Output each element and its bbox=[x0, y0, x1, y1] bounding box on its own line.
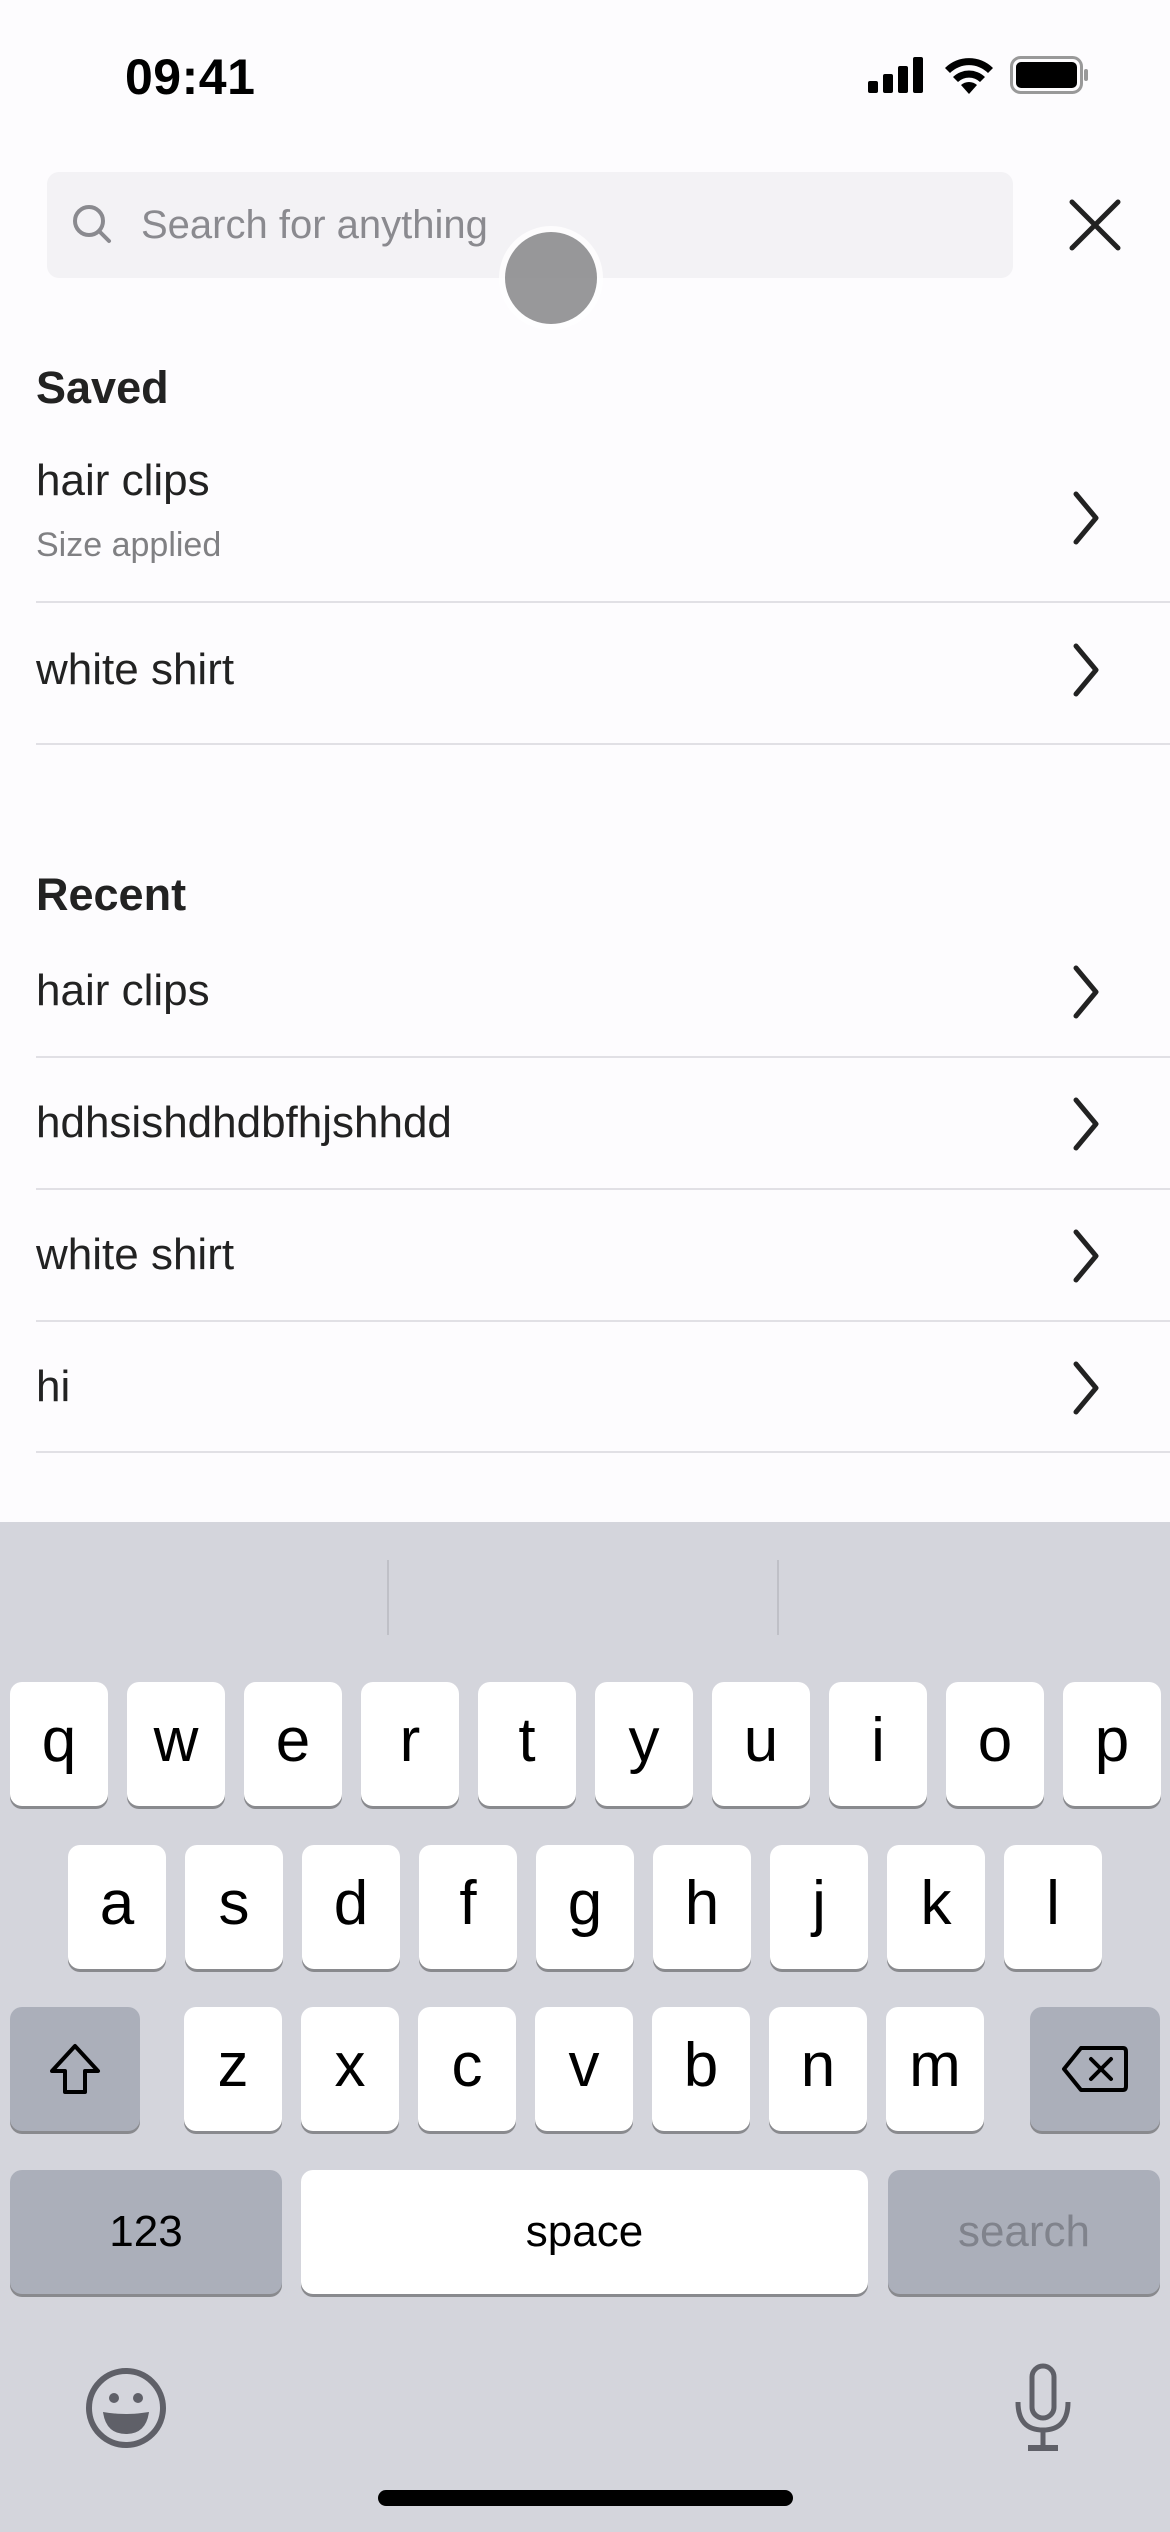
close-icon[interactable] bbox=[1060, 190, 1130, 260]
key-label: h bbox=[684, 1868, 720, 1938]
key-label: t bbox=[518, 1705, 536, 1775]
key-e[interactable]: e bbox=[244, 1682, 342, 1806]
key-n[interactable]: n bbox=[769, 2007, 867, 2131]
key-x[interactable]: x bbox=[301, 2007, 399, 2131]
key-q[interactable]: q bbox=[10, 1682, 108, 1806]
chevron-right-icon bbox=[1073, 965, 1099, 1019]
divider bbox=[36, 1451, 1170, 1453]
search-key-label: search bbox=[957, 2207, 1091, 2256]
recent-heading: Recent bbox=[36, 869, 187, 920]
key-label: v bbox=[568, 2030, 600, 2100]
key-label: w bbox=[153, 1705, 199, 1775]
key-a[interactable]: a bbox=[68, 1845, 166, 1969]
key-w[interactable]: w bbox=[127, 1682, 225, 1806]
key-label: q bbox=[41, 1705, 77, 1775]
key-j[interactable]: j bbox=[770, 1845, 868, 1969]
key-u[interactable]: u bbox=[712, 1682, 810, 1806]
shift-icon bbox=[50, 2044, 100, 2094]
key-p[interactable]: p bbox=[1063, 1682, 1161, 1806]
recent-item-label: hdhsishdhdbfhjshhdd bbox=[36, 1098, 452, 1147]
status-time: 09:41 bbox=[125, 49, 256, 105]
chevron-right-icon bbox=[1073, 491, 1099, 545]
shift-key[interactable] bbox=[10, 2007, 140, 2131]
key-label: r bbox=[399, 1705, 421, 1775]
suggestion-divider bbox=[387, 1560, 389, 1635]
key-r[interactable]: r bbox=[361, 1682, 459, 1806]
recent-item-label: hi bbox=[36, 1362, 71, 1411]
numbers-key[interactable]: 123 bbox=[10, 2170, 282, 2294]
key-s[interactable]: s bbox=[185, 1845, 283, 1969]
microphone-icon[interactable] bbox=[1010, 2362, 1076, 2454]
chevron-right-icon bbox=[1073, 643, 1099, 697]
delete-key[interactable] bbox=[1030, 2007, 1160, 2131]
key-label: p bbox=[1094, 1705, 1130, 1775]
key-label: b bbox=[683, 2030, 719, 2100]
recent-item[interactable]: hdhsishdhdbfhjshhdd bbox=[36, 1058, 1170, 1188]
saved-item-label: hair clips bbox=[36, 456, 210, 505]
key-label: i bbox=[871, 1705, 885, 1775]
divider bbox=[36, 743, 1170, 745]
key-label: l bbox=[1046, 1868, 1060, 1938]
key-v[interactable]: v bbox=[535, 2007, 633, 2131]
key-g[interactable]: g bbox=[536, 1845, 634, 1969]
touch-indicator bbox=[505, 232, 597, 324]
key-label: y bbox=[628, 1705, 660, 1775]
key-y[interactable]: y bbox=[595, 1682, 693, 1806]
status-icons bbox=[868, 56, 1090, 94]
suggestion-divider bbox=[777, 1560, 779, 1635]
search-return-key[interactable]: search bbox=[888, 2170, 1160, 2294]
key-k[interactable]: k bbox=[887, 1845, 985, 1969]
key-label: z bbox=[217, 2030, 249, 2100]
key-label: x bbox=[334, 2030, 366, 2100]
key-label: c bbox=[451, 2030, 483, 2100]
chevron-right-icon bbox=[1073, 1361, 1099, 1415]
key-m[interactable]: m bbox=[886, 2007, 984, 2131]
key-label: g bbox=[567, 1868, 603, 1938]
key-label: n bbox=[800, 2030, 836, 2100]
key-label: e bbox=[275, 1705, 311, 1775]
saved-item-label: white shirt bbox=[36, 645, 235, 694]
saved-item[interactable]: hair clips Size applied bbox=[36, 440, 1170, 602]
key-f[interactable]: f bbox=[419, 1845, 517, 1969]
key-label: m bbox=[909, 2030, 961, 2100]
recent-item-label: hair clips bbox=[36, 966, 210, 1015]
key-l[interactable]: l bbox=[1004, 1845, 1102, 1969]
key-label: f bbox=[459, 1868, 477, 1938]
recent-item-label: white shirt bbox=[36, 1230, 235, 1279]
key-c[interactable]: c bbox=[418, 2007, 516, 2131]
key-t[interactable]: t bbox=[478, 1682, 576, 1806]
key-label: k bbox=[920, 1868, 952, 1938]
key-label: o bbox=[977, 1705, 1013, 1775]
key-label: a bbox=[99, 1868, 135, 1938]
key-d[interactable]: d bbox=[302, 1845, 400, 1969]
key-i[interactable]: i bbox=[829, 1682, 927, 1806]
battery-icon bbox=[1010, 56, 1088, 94]
key-label: u bbox=[743, 1705, 779, 1775]
cellular-signal-icon bbox=[868, 57, 923, 93]
saved-heading: Saved bbox=[36, 362, 169, 413]
home-indicator[interactable] bbox=[378, 2490, 793, 2506]
key-b[interactable]: b bbox=[652, 2007, 750, 2131]
key-z[interactable]: z bbox=[184, 2007, 282, 2131]
chevron-right-icon bbox=[1073, 1097, 1099, 1151]
wifi-icon bbox=[945, 58, 993, 94]
search-icon bbox=[73, 205, 111, 243]
delete-icon bbox=[1062, 2046, 1128, 2092]
key-label: j bbox=[812, 1868, 826, 1938]
space-key[interactable]: space bbox=[301, 2170, 868, 2294]
key-label: s bbox=[218, 1868, 250, 1938]
saved-item[interactable]: white shirt bbox=[36, 603, 1170, 743]
keyboard: q w e r t y u i o p a s d f g h j k l z x c v b n m 123 space s… bbox=[0, 1522, 1170, 2532]
emoji-icon[interactable] bbox=[84, 2366, 168, 2450]
space-key-label: space bbox=[525, 2207, 644, 2256]
key-o[interactable]: o bbox=[946, 1682, 1044, 1806]
chevron-right-icon bbox=[1073, 1229, 1099, 1283]
saved-item-subtitle: Size applied bbox=[36, 526, 222, 564]
recent-item[interactable]: hi bbox=[36, 1322, 1170, 1452]
recent-item[interactable]: white shirt bbox=[36, 1190, 1170, 1320]
numbers-key-label: 123 bbox=[109, 2207, 183, 2256]
key-h[interactable]: h bbox=[653, 1845, 751, 1969]
recent-item[interactable]: hair clips bbox=[36, 926, 1170, 1056]
key-label: d bbox=[333, 1868, 369, 1938]
